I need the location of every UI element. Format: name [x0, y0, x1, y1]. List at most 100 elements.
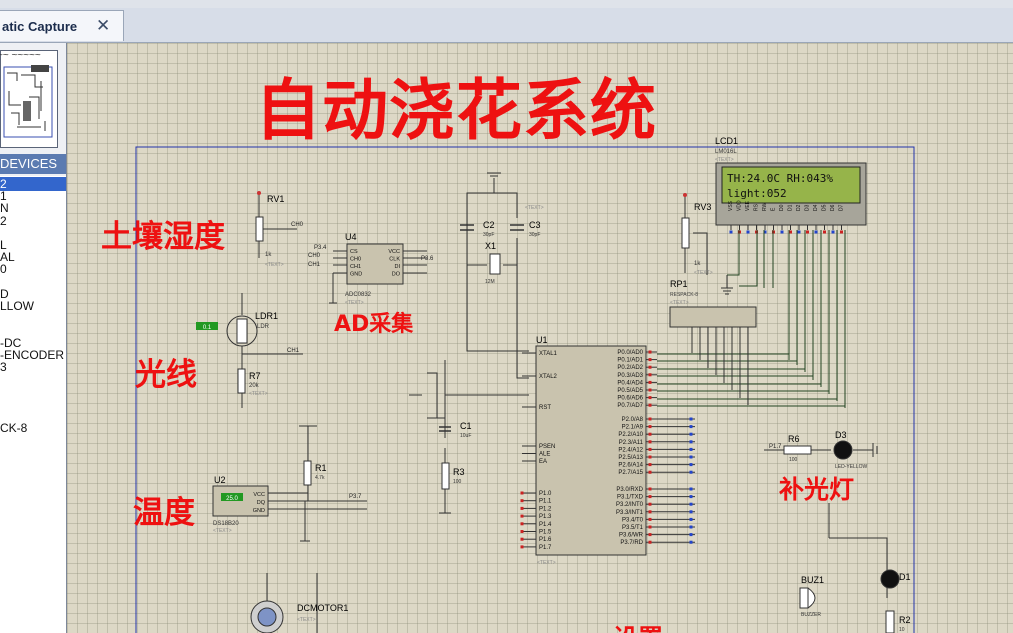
u1-pin-label: P0.7/AD7 — [617, 403, 643, 409]
u1-pin-label: P2.2/A10 — [618, 432, 643, 438]
u1-pin-label: P3.1/TXD — [617, 495, 644, 501]
oscillator-circuit[interactable]: C2 30pF C3 30pF X1 12M <TEXT> — [460, 172, 544, 379]
rp1-respack[interactable]: RP1 RESPACK-8 <TEXT> — [669, 279, 757, 405]
device-list-item[interactable]: -ENCODER — [0, 348, 64, 362]
ldr-ref: LDR1 — [255, 311, 278, 321]
u1-pin-label: P1.6 — [539, 537, 552, 543]
rv1-potentiometer[interactable]: RV1 1k <TEXT> CH0 — [255, 191, 304, 268]
lcd-pin-label: VDD — [737, 200, 743, 211]
net-ch0-u4: CH0 — [308, 253, 321, 259]
u1-pin-label: P3.3/INT1 — [616, 510, 644, 516]
lcd-pin-label: VSS — [728, 200, 734, 211]
label-ad-acquisition: AD采集 — [334, 312, 414, 337]
d3-ref: D3 — [835, 430, 847, 440]
lcd-pin-label: D0 — [779, 204, 785, 211]
r1-ref: R1 — [315, 463, 327, 473]
net-ch1: CH1 — [287, 348, 300, 354]
u4-pin-label: CH1 — [350, 264, 361, 270]
lcd-ref: LCD1 — [715, 136, 738, 146]
u4-pin-label: CLK — [389, 257, 400, 263]
device-list-item[interactable]: 3 — [0, 360, 7, 374]
u1-pin-label: P1.1 — [539, 499, 552, 505]
device-list-item[interactable]: CK-8 — [0, 421, 27, 435]
u1-pin-label: P0.4/AD4 — [617, 380, 643, 386]
device-list-item[interactable]: 0 — [0, 262, 7, 276]
lcd-pin-label: D6 — [830, 204, 836, 211]
u1-pin-label: P3.0/RXD — [616, 487, 643, 493]
net-ch0: CH0 — [291, 222, 304, 228]
u1-pin-label: P0.1/AD1 — [617, 358, 643, 364]
motor-text-tag: <TEXT> — [297, 617, 316, 623]
u1-pin-label: P0.6/AD6 — [617, 396, 643, 402]
u4-part: ADC0832 — [345, 292, 372, 298]
tab-bar: atic Capture ✕ — [0, 8, 1013, 43]
rv3-value: 1k — [694, 261, 701, 267]
device-list-item[interactable]: 2 — [0, 214, 7, 228]
u4-pin-label: DO — [392, 272, 401, 278]
page-title: 自动浇花系统 — [255, 72, 657, 149]
net-p37: P3.7 — [349, 494, 362, 500]
label-fill-light: 补光灯 — [779, 475, 855, 504]
device-list-item[interactable]: LLOW — [0, 299, 34, 313]
rv3-text-tag: <TEXT> — [694, 270, 713, 276]
c1-ref: C1 — [460, 421, 472, 431]
r6-value: 100 — [789, 457, 798, 463]
close-icon[interactable]: ✕ — [96, 16, 110, 36]
r1-resistor[interactable]: R1 4.7k — [303, 433, 327, 493]
u2-part: DS18B20 — [213, 521, 239, 527]
lcd-pin-label: D3 — [805, 204, 811, 211]
net-ch1-u4: CH1 — [308, 262, 321, 268]
u1-pin-label: P3.6/WR — [619, 533, 644, 539]
u1-text-tag: <TEXT> — [537, 560, 556, 566]
rv1-text-tag: <TEXT> — [265, 262, 284, 268]
dc-motor[interactable]: DCMOTOR1 <TEXT> — [250, 573, 348, 633]
device-list[interactable]: 2 1 N 2 L AL 0 D LLOW -DC -ENCODER 3 CK-8 — [0, 176, 66, 633]
r6-ref: R6 — [788, 434, 800, 444]
c1-value: 10uF — [460, 433, 471, 439]
u1-pin-label: P0.5/AD5 — [617, 388, 643, 394]
u4-pin-label: DI — [395, 264, 401, 270]
r1-value: 4.7k — [315, 475, 325, 481]
u2-ref: U2 — [214, 475, 226, 485]
u1-microcontroller[interactable]: U1 XTAL1 XTAL2 RST PSEN ALEEA P1.0 P1.1P1.2 P1.… — [520, 335, 696, 566]
schematic-canvas[interactable]: LCD1 LM016L <TEXT> TH:24.0C RH:043% ligh… — [67, 43, 1013, 633]
rp1-ref: RP1 — [670, 279, 688, 289]
ldr-value: LDR — [257, 324, 270, 330]
buzzer[interactable]: BUZ1 BUZZER D1 R2 10 — [799, 503, 911, 633]
u1-pin-label: P1.5 — [539, 530, 552, 536]
u1-pin-label: P0.0/AD0 — [617, 350, 643, 356]
r2-ref: R2 — [899, 615, 911, 625]
reset-circuit[interactable]: C1 10uF R3 100 — [409, 360, 529, 514]
r7-text-tag: <TEXT> — [249, 391, 268, 397]
motor-ref: DCMOTOR1 — [297, 603, 348, 613]
u1-pin-label: P0.2/AD2 — [617, 365, 643, 371]
overview-preview[interactable]: ~~ ~~~~~ — [0, 50, 58, 148]
ldr1-sensor[interactable]: 0.1 LDR1 LDR CH1 R7 20k <TEXT> — [196, 293, 303, 408]
device-list-item[interactable]: 2 — [0, 177, 66, 191]
u2-text-tag: <TEXT> — [213, 528, 232, 534]
buz-ref: BUZ1 — [801, 575, 824, 585]
rv1-value: 1k — [265, 252, 272, 258]
devices-header[interactable]: DEVICES — [0, 154, 66, 174]
lcd-pin-label: D7 — [839, 204, 845, 211]
c2-value: 30pF — [483, 232, 494, 238]
tab-schematic-capture[interactable]: atic Capture ✕ — [0, 10, 124, 41]
u4-pin-label: CS — [350, 249, 358, 255]
u2-display: 25.0 — [226, 496, 238, 502]
fill-light-led[interactable]: P1.7 R6 100 D3 LED-YELLOW — [764, 430, 878, 470]
net-p34: P3.4 — [314, 245, 327, 251]
u1-ref: U1 — [536, 335, 548, 345]
label-soil-humidity: 土壤湿度 — [101, 219, 225, 255]
u1-pin-label: P1.7 — [539, 545, 552, 551]
lcd-display[interactable]: LCD1 LM016L <TEXT> TH:24.0C RH:043% ligh… — [715, 136, 867, 234]
u2-pin-label: DQ — [257, 500, 266, 506]
rv3-ref: RV3 — [694, 202, 711, 212]
u2-ds18b20[interactable]: U2 25.0 VCC DQ GND DS18B20 <TEXT> P3.7 — [212, 425, 367, 542]
left-panel: ~~ ~~~~~ DEVICES 2 1 N 2 L AL 0 D LLOW -DC -ENCODE… — [0, 43, 67, 633]
buz-part: BUZZER — [801, 612, 821, 618]
u1-pin-label: P1.0 — [539, 491, 552, 497]
u1-pin-label: EA — [539, 459, 547, 465]
lcd-line-2: light:052 — [727, 187, 787, 200]
u4-adc0832[interactable]: U4 CSCH0CH1GNDVCCCLKDIDO ADC0832 <TEXT> … — [308, 232, 434, 306]
u1-pin-label: P3.5/T1 — [622, 525, 644, 531]
